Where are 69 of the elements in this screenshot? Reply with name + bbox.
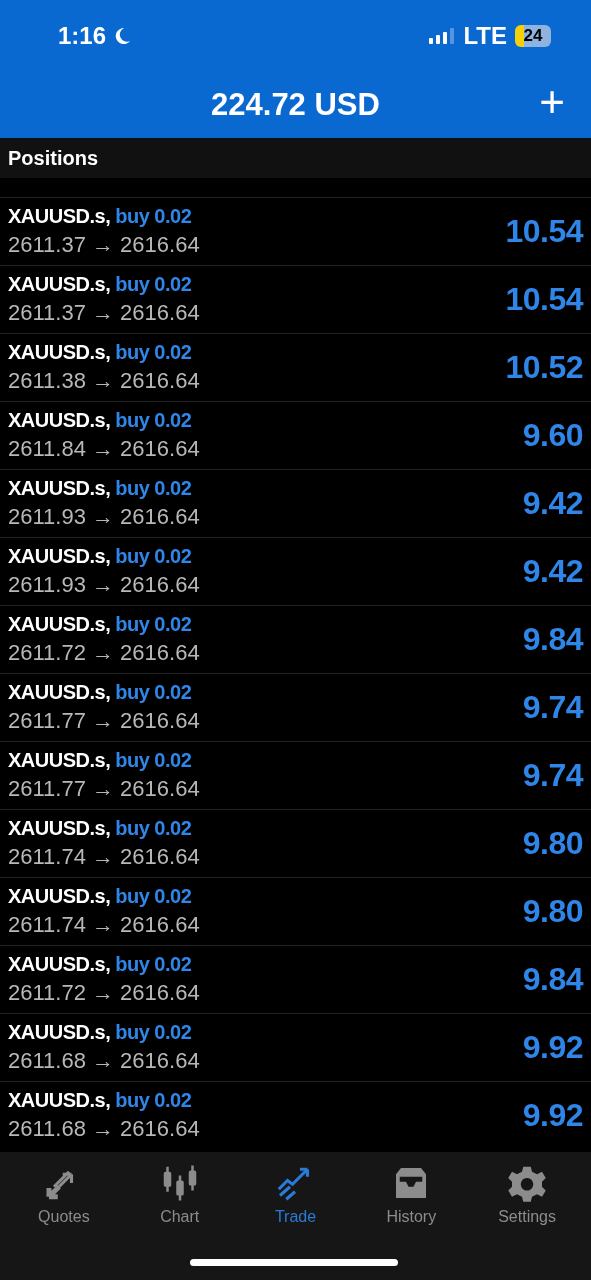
price-range: 2611.38 → 2616.64 xyxy=(8,368,201,394)
battery-icon: 24 xyxy=(515,25,551,47)
position-row[interactable]: XAUUSD.s, buy 0.02 2611.77 → 2616.64 9.74 xyxy=(0,741,591,809)
position-row[interactable]: XAUUSD.s, buy 0.02 2611.68 → 2616.64 9.92 xyxy=(0,1013,591,1081)
position-title: XAUUSD.s, buy 0.02 xyxy=(8,613,193,636)
position-row[interactable]: XAUUSD.s, buy 0.02 2611.72 → 2616.64 9.84 xyxy=(0,945,591,1013)
profit-value: 9.84 xyxy=(522,621,583,658)
position-title: XAUUSD.s, buy 0.02 xyxy=(8,545,193,568)
price-range: 2611.68 → 2616.64 xyxy=(8,1116,201,1142)
position-row[interactable]: XAUUSD.s, buy 0.02 2611.37 → 2616.64 10.54 xyxy=(0,197,591,265)
position-row[interactable]: XAUUSD.s, buy 0.02 2611.74 → 2616.64 9.80 xyxy=(0,877,591,945)
profit-value: 9.74 xyxy=(522,689,583,726)
position-title: XAUUSD.s, buy 0.02 xyxy=(8,409,193,432)
settings-icon xyxy=(507,1164,548,1202)
position-row[interactable]: XAUUSD.s, buy 0.02 2611.93 → 2616.64 9.42 xyxy=(0,537,591,605)
price-range: 2611.93 → 2616.64 xyxy=(8,572,201,598)
price-range: 2611.77 → 2616.64 xyxy=(8,776,201,802)
profit-value: 10.52 xyxy=(505,349,583,386)
tab-button[interactable]: History xyxy=(353,1164,470,1226)
position-row[interactable]: XAUUSD.s, buy 0.02 2611.72 → 2616.64 9.84 xyxy=(0,605,591,673)
position-row[interactable]: XAUUSD.s, buy 0.02 2611.37 → 2616.64 10.54 xyxy=(0,265,591,333)
profit-value: 9.84 xyxy=(522,961,583,998)
position-title: XAUUSD.s, buy 0.02 xyxy=(8,477,193,500)
profit-value: 9.42 xyxy=(522,553,583,590)
balance-title: 224.72 USD xyxy=(211,87,380,123)
profit-value: 10.54 xyxy=(505,213,583,250)
position-title: XAUUSD.s, buy 0.02 xyxy=(8,681,193,704)
signal-icon xyxy=(429,28,456,44)
position-title: XAUUSD.s, buy 0.02 xyxy=(8,953,193,976)
price-range: 2611.37 → 2616.64 xyxy=(8,300,201,326)
profit-value: 9.74 xyxy=(522,757,583,794)
position-title: XAUUSD.s, buy 0.02 xyxy=(8,885,193,908)
position-title: XAUUSD.s, buy 0.02 xyxy=(8,817,193,840)
profit-value: 9.60 xyxy=(522,417,583,454)
profit-value: 9.92 xyxy=(522,1029,583,1066)
position-row[interactable]: XAUUSD.s, buy 0.02 2611.77 → 2616.64 9.74 xyxy=(0,673,591,741)
network-label: LTE xyxy=(463,22,507,50)
position-title: XAUUSD.s, buy 0.02 xyxy=(8,273,193,296)
profit-value: 9.80 xyxy=(522,825,583,862)
price-range: 2611.72 → 2616.64 xyxy=(8,640,201,666)
tab-button[interactable]: Trade xyxy=(237,1164,354,1226)
position-row[interactable]: XAUUSD.s, buy 0.02 2611.38 → 2616.64 10.52 xyxy=(0,333,591,401)
position-title: XAUUSD.s, buy 0.02 xyxy=(8,1089,193,1112)
price-range: 2611.37 → 2616.64 xyxy=(8,232,201,258)
price-range: 2611.68 → 2616.64 xyxy=(8,1048,201,1074)
price-range: 2611.72 → 2616.64 xyxy=(8,980,201,1006)
position-row[interactable]: XAUUSD.s, buy 0.02 2611.93 → 2616.64 9.42 xyxy=(0,469,591,537)
profit-value: 9.80 xyxy=(522,893,583,930)
position-row[interactable]: XAUUSD.s, buy 0.02 2611.68 → 2616.64 9.92 xyxy=(0,1081,591,1149)
position-row[interactable]: XAUUSD.s, buy 0.02 2611.84 → 2616.64 9.60 xyxy=(0,401,591,469)
clock-time: 1:16 xyxy=(58,22,107,50)
section-title: Positions xyxy=(8,146,98,170)
price-range: 2611.74 → 2616.64 xyxy=(8,912,201,938)
position-title: XAUUSD.s, buy 0.02 xyxy=(8,341,193,364)
price-range: 2611.84 → 2616.64 xyxy=(8,436,201,462)
position-title: XAUUSD.s, buy 0.02 xyxy=(8,1021,193,1044)
profit-value: 9.42 xyxy=(522,485,583,522)
price-range: 2611.74 → 2616.64 xyxy=(8,844,201,870)
tab-button[interactable]: Quotes xyxy=(6,1164,122,1226)
position-title: XAUUSD.s, buy 0.02 xyxy=(8,749,193,772)
position-title: XAUUSD.s, buy 0.02 xyxy=(8,205,193,228)
profit-value: 10.54 xyxy=(505,281,583,318)
tab-button[interactable]: Chart xyxy=(121,1164,238,1226)
tab-button[interactable]: Settings xyxy=(469,1164,585,1226)
price-range: 2611.93 → 2616.64 xyxy=(8,504,201,530)
add-button[interactable]: + xyxy=(539,80,565,124)
position-row[interactable]: XAUUSD.s, buy 0.02 2611.74 → 2616.64 9.80 xyxy=(0,809,591,877)
price-range: 2611.77 → 2616.64 xyxy=(8,708,201,734)
profit-value: 9.92 xyxy=(522,1097,583,1134)
